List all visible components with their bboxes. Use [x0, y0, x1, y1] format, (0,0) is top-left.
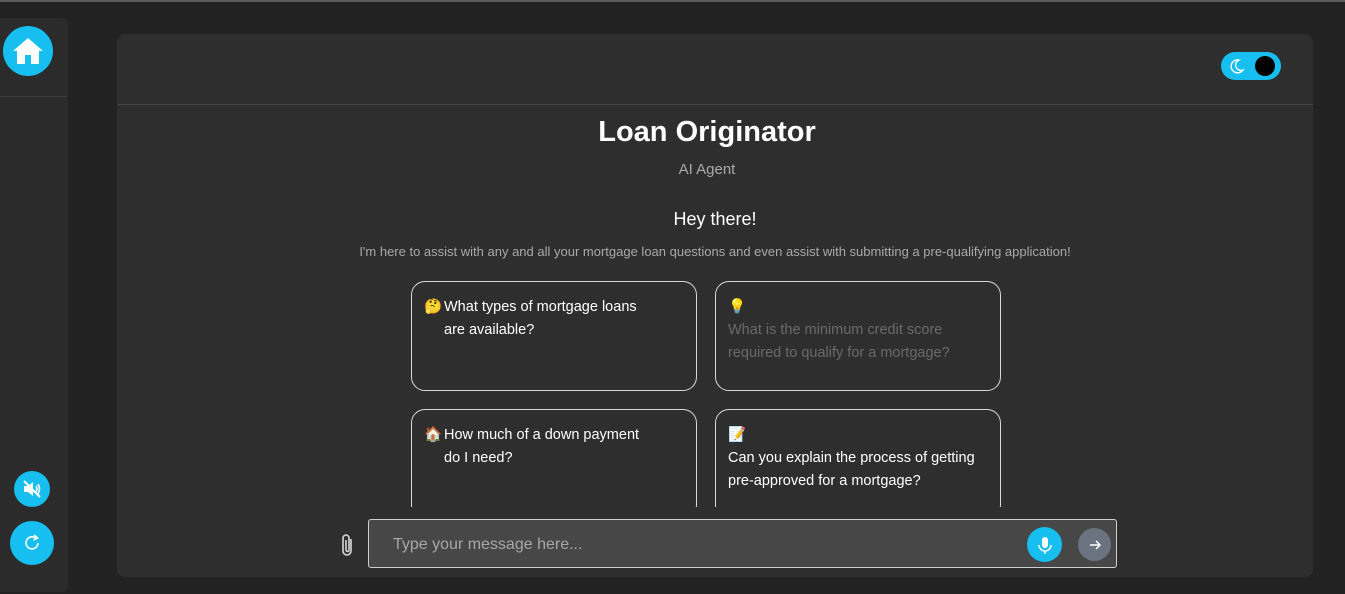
- mute-button[interactable]: [14, 471, 50, 507]
- microphone-button[interactable]: [1027, 527, 1062, 562]
- suggestion-card[interactable]: 📝 Can you explain the process of getting …: [715, 409, 1001, 507]
- suggestion-text: How much of a down payment do I need?: [444, 427, 640, 466]
- lightbulb-icon: 💡: [728, 299, 747, 315]
- greeting: Hey there!: [673, 209, 757, 229]
- send-button[interactable]: [1078, 528, 1111, 561]
- suggestion-text: What types of mortgage loans are availab…: [444, 299, 637, 338]
- home-button[interactable]: [3, 26, 53, 76]
- thinking-face-icon: 🤔: [424, 299, 443, 315]
- sidebar: [0, 18, 68, 592]
- suggestion-grid: 🤔 What types of mortgage loans are availa…: [411, 281, 1003, 507]
- message-input-container: [368, 519, 1117, 569]
- panel-header: [117, 34, 1313, 105]
- moon-icon: [1230, 59, 1245, 74]
- page-subtitle: AI Agent: [678, 161, 736, 178]
- refresh-icon: [25, 534, 39, 550]
- window-top-border: [0, 0, 1345, 2]
- chat-panel: Loan Originator AI Agent Hey there! I'm …: [117, 34, 1313, 577]
- memo-icon: 📝: [728, 427, 747, 443]
- house-icon: 🏠: [424, 427, 443, 443]
- suggestion-text: What is the minimum credit score require…: [728, 322, 950, 361]
- attach-button[interactable]: [337, 532, 359, 558]
- theme-toggle[interactable]: [1221, 52, 1281, 80]
- suggestion-text: Can you explain the process of getting p…: [728, 450, 975, 489]
- message-input[interactable]: [369, 520, 1035, 569]
- microphone-icon: [1037, 536, 1052, 554]
- page-title: Loan Originator: [598, 116, 816, 148]
- sidebar-divider: [0, 96, 66, 97]
- suggestion-card[interactable]: 💡 What is the minimum credit score requir…: [715, 281, 1001, 391]
- suggestion-card[interactable]: 🤔 What types of mortgage loans are availa…: [411, 281, 697, 391]
- refresh-button[interactable]: [10, 521, 54, 565]
- theme-toggle-knob: [1255, 56, 1275, 76]
- suggestion-card[interactable]: 🏠 How much of a down payment do I need?: [411, 409, 697, 507]
- arrow-right-icon: [1089, 539, 1101, 550]
- intro-text: I'm here to assist with any and all your…: [359, 244, 1071, 259]
- paperclip-icon: [342, 534, 352, 556]
- home-icon: [13, 38, 43, 64]
- speaker-muted-icon: [23, 480, 41, 498]
